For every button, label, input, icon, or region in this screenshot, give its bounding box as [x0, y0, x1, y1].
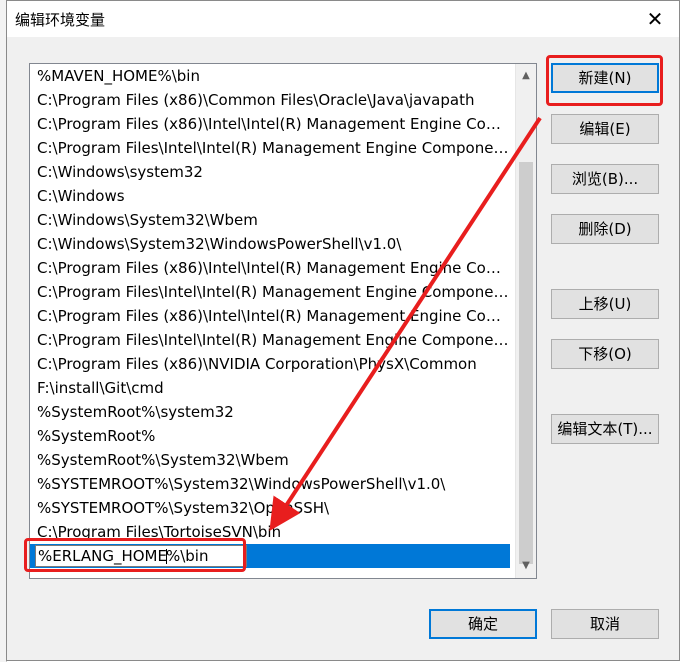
- path-edit-input[interactable]: %ERLANG_HOME%\bin: [35, 545, 247, 567]
- cancel-button[interactable]: 取消: [551, 609, 659, 639]
- move-up-button[interactable]: 上移(U): [551, 289, 659, 319]
- edit-text-after-caret: %\bin: [165, 547, 209, 565]
- list-item[interactable]: C:\Program Files (x86)\Common Files\Orac…: [30, 88, 510, 112]
- scroll-thumb[interactable]: [519, 162, 533, 564]
- list-item[interactable]: %SystemRoot%: [30, 424, 510, 448]
- list-item[interactable]: C:\Windows\System32\Wbem: [30, 208, 510, 232]
- list-item-editing[interactable]: %ERLANG_HOME%\bin: [30, 544, 510, 568]
- scroll-up-icon[interactable]: ▲: [516, 66, 536, 86]
- list-item[interactable]: C:\Program Files (x86)\NVIDIA Corporatio…: [30, 352, 510, 376]
- move-down-button[interactable]: 下移(O): [551, 339, 659, 369]
- browse-button[interactable]: 浏览(B)...: [551, 164, 659, 194]
- list-item[interactable]: %MAVEN_HOME%\bin: [30, 64, 510, 88]
- list-item[interactable]: %SystemRoot%\System32\Wbem: [30, 448, 510, 472]
- list-item[interactable]: F:\install\Git\cmd: [30, 376, 510, 400]
- close-icon[interactable]: ✕: [637, 5, 673, 33]
- path-list[interactable]: %MAVEN_HOME%\bin C:\Program Files (x86)\C…: [29, 63, 537, 579]
- ok-button[interactable]: 确定: [429, 609, 537, 639]
- path-list-items: %MAVEN_HOME%\bin C:\Program Files (x86)\C…: [30, 64, 510, 568]
- new-button[interactable]: 新建(N): [551, 63, 659, 93]
- edit-env-var-dialog: 编辑环境变量 ✕ %MAVEN_HOME%\bin C:\Program File…: [6, 0, 680, 661]
- dialog-title: 编辑环境变量: [15, 11, 106, 29]
- list-item[interactable]: %SYSTEMROOT%\System32\OpenSSH\: [30, 496, 510, 520]
- edit-text-button[interactable]: 编辑文本(T)...: [551, 414, 659, 444]
- list-item[interactable]: C:\Windows\system32: [30, 160, 510, 184]
- list-item[interactable]: C:\Program Files (x86)\Intel\Intel(R) Ma…: [30, 112, 510, 136]
- list-item[interactable]: C:\Program Files\TortoiseSVN\bin: [30, 520, 510, 544]
- edit-text-before-caret: %ERLANG_HOME: [38, 547, 167, 565]
- list-item[interactable]: C:\Program Files (x86)\Intel\Intel(R) Ma…: [30, 256, 510, 280]
- list-item[interactable]: C:\Windows: [30, 184, 510, 208]
- title-bar: 编辑环境变量 ✕: [7, 1, 679, 37]
- delete-button[interactable]: 删除(D): [551, 214, 659, 244]
- scroll-down-icon[interactable]: ▼: [516, 556, 536, 576]
- list-item[interactable]: C:\Program Files\Intel\Intel(R) Manageme…: [30, 280, 510, 304]
- list-item[interactable]: %SYSTEMROOT%\System32\WindowsPowerShell\…: [30, 472, 510, 496]
- list-item[interactable]: C:\Program Files\Intel\Intel(R) Manageme…: [30, 136, 510, 160]
- list-item[interactable]: C:\Program Files\Intel\Intel(R) Manageme…: [30, 328, 510, 352]
- list-item[interactable]: C:\Program Files (x86)\Intel\Intel(R) Ma…: [30, 304, 510, 328]
- list-item[interactable]: C:\Windows\System32\WindowsPowerShell\v1…: [30, 232, 510, 256]
- edit-button[interactable]: 编辑(E): [551, 114, 659, 144]
- vertical-scrollbar[interactable]: ▲ ▼: [515, 64, 536, 578]
- list-item[interactable]: %SystemRoot%\system32: [30, 400, 510, 424]
